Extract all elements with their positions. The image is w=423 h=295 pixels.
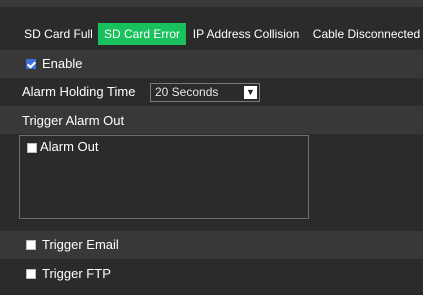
top-strip	[0, 0, 423, 7]
trigger-alarm-out-row: Trigger Alarm Out	[0, 106, 423, 134]
trigger-alarm-out-label: Trigger Alarm Out	[22, 113, 125, 128]
tab-bar: SD Card Full SD Card Error IP Address Co…	[0, 7, 423, 45]
trigger-email-row: Trigger Email	[0, 231, 423, 259]
alarm-out-checkbox[interactable]	[27, 143, 37, 153]
alarm-out-label: Alarm Out	[40, 139, 99, 154]
trigger-ftp-label: Trigger FTP	[42, 266, 111, 281]
alarm-holding-label: Alarm Holding Time	[22, 84, 136, 99]
trigger-email-label: Trigger Email	[42, 237, 119, 252]
trigger-ftp-row: Trigger FTP	[0, 260, 423, 288]
enable-label: Enable	[42, 56, 83, 71]
chevron-down-icon[interactable]: ▼	[244, 86, 257, 99]
tab-cable-disconnected[interactable]: Cable Disconnected	[310, 23, 423, 45]
alarm-out-listbox[interactable]: Alarm Out	[19, 135, 309, 219]
tab-sd-card-error[interactable]: SD Card Error	[98, 23, 186, 45]
tab-sd-card-full[interactable]: SD Card Full	[19, 23, 98, 45]
tab-ip-address-collision[interactable]: IP Address Collision	[189, 23, 303, 45]
trigger-email-checkbox[interactable]	[26, 240, 36, 250]
enable-row: Enable	[0, 50, 423, 78]
trigger-ftp-checkbox[interactable]	[26, 269, 36, 279]
alarm-holding-value: 20 Seconds	[155, 85, 219, 99]
alarm-holding-select[interactable]: 20 Seconds ▼	[150, 83, 260, 102]
alarm-holding-row: Alarm Holding Time 20 Seconds ▼	[0, 78, 423, 106]
enable-checkbox[interactable]	[26, 59, 36, 69]
